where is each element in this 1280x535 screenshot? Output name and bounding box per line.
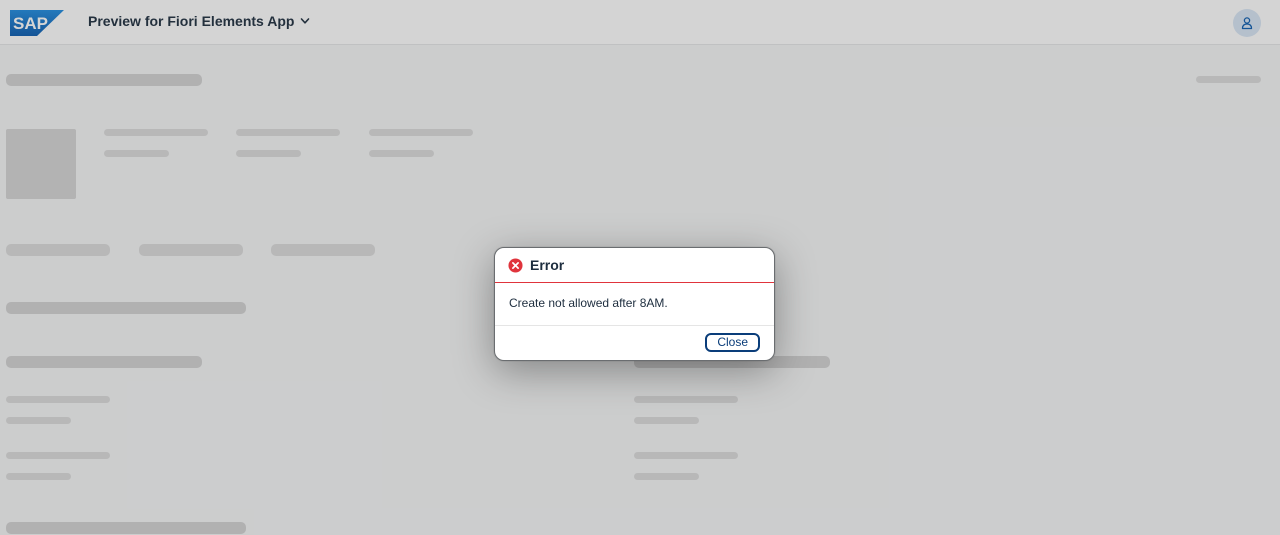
close-button[interactable]: Close (705, 333, 760, 352)
dialog-message: Create not allowed after 8AM. (509, 296, 668, 310)
dialog-title: Error (530, 257, 565, 273)
error-icon (508, 257, 523, 273)
dialog-footer: Close (495, 325, 774, 360)
app-page: SAP Preview for Fiori Elements App Error… (0, 0, 1280, 535)
error-dialog: Error Create not allowed after 8AM. Clos… (494, 247, 775, 361)
dialog-header: Error (495, 248, 774, 283)
